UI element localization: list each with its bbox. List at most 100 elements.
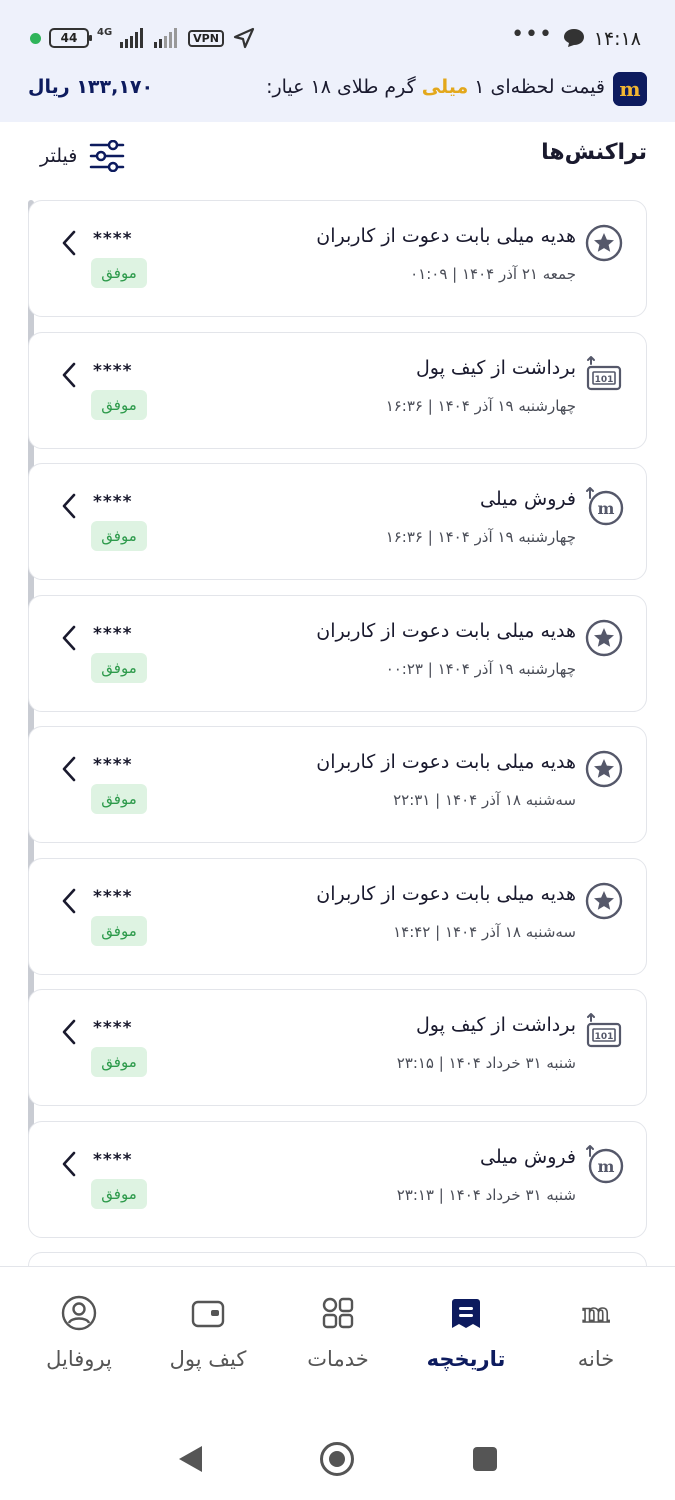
status-badge: موفق bbox=[91, 784, 147, 814]
transaction-date: چهارشنبه ۱۹ آذر ۱۴۰۴ | ۱۶:۳۶ bbox=[385, 528, 576, 546]
transaction-card[interactable]: هدیه میلی بابت دعوت از کاربران چهارشنبه … bbox=[28, 594, 647, 712]
gold-price-value: ۱۳۳,۱۷۰ ریال bbox=[28, 76, 154, 98]
status-badge: موفق bbox=[91, 1178, 147, 1209]
svg-text:m: m bbox=[582, 1299, 610, 1329]
nav-item-2[interactable]: خدمات bbox=[273, 1295, 403, 1385]
filter-sliders-icon bbox=[90, 140, 125, 172]
gold-price-suffix: گرم طلای ۱۸ عیار: bbox=[266, 76, 422, 98]
status-badge: موفق bbox=[91, 652, 147, 683]
more-notifications-icon: ••• bbox=[511, 22, 553, 47]
app-screen: 44 4G VPN bbox=[0, 0, 675, 1500]
transaction-date: چهارشنبه ۱۹ آذر ۱۴۰۴ | ۰۰:۲۳ bbox=[385, 659, 576, 678]
recent-apps-button[interactable] bbox=[473, 1447, 497, 1471]
top-header-band: 44 4G VPN bbox=[0, 0, 675, 122]
network-type-label: 4G bbox=[97, 26, 113, 38]
transaction-title: برداشت از کیف پول bbox=[415, 1014, 576, 1036]
transaction-date: سه‌شنبه ۱۸ آذر ۱۴۰۴ | ۱۴:۴۲ bbox=[393, 922, 576, 941]
status-time: ۱۴:۱۸ bbox=[593, 28, 641, 50]
transaction-amount: **** bbox=[93, 755, 133, 775]
gold-price-brand: میلی bbox=[421, 76, 469, 98]
transaction-amount: **** bbox=[93, 492, 133, 512]
status-left-group: 44 4G VPN bbox=[30, 26, 256, 50]
gold-price-bar: m قیمت لحظه‌ای ۱ میلی گرم طلای ۱۸ عیار: … bbox=[0, 70, 675, 110]
home-button[interactable] bbox=[320, 1442, 354, 1476]
filter-button[interactable]: فیلتر bbox=[40, 136, 125, 176]
chevron-left-icon[interactable] bbox=[59, 229, 79, 257]
chevron-left-icon[interactable] bbox=[59, 755, 79, 783]
battery-icon: 44 bbox=[49, 28, 92, 48]
chevron-left-icon[interactable] bbox=[59, 887, 79, 915]
transaction-card[interactable]: 101 برداشت از کیف پول شنبه ۳۱ خرداد ۱۴۰۴… bbox=[28, 989, 647, 1106]
chevron-left-icon[interactable] bbox=[59, 1018, 79, 1046]
star-icon bbox=[584, 749, 624, 789]
chevron-left-icon[interactable] bbox=[59, 624, 79, 652]
wallet-icon bbox=[190, 1295, 226, 1331]
svg-text:101: 101 bbox=[595, 375, 614, 385]
transaction-card[interactable]: هدیه میلی بابت دعوت از کاربران سه‌شنبه ۱… bbox=[28, 726, 647, 843]
cash-withdraw-icon: 101 bbox=[584, 1012, 624, 1052]
transaction-title: فروش میلی bbox=[479, 1145, 576, 1168]
transaction-date: جمعه ۲۱ آذر ۱۴۰۴ | ۰۱:۰۹ bbox=[410, 265, 576, 283]
transaction-title: هدیه میلی بابت دعوت از کاربران bbox=[316, 619, 576, 642]
location-arrow-icon bbox=[233, 27, 255, 49]
nav-item-3[interactable]: کیف پول bbox=[143, 1295, 273, 1385]
gold-price-label: قیمت لحظه‌ای ۱ میلی گرم طلای ۱۸ عیار: bbox=[266, 76, 605, 98]
transactions-list: هدیه میلی بابت دعوت از کاربران جمعه ۲۱ آ… bbox=[28, 200, 648, 1266]
nav-item-4[interactable]: پروفایل bbox=[14, 1295, 144, 1385]
transaction-date: شنبه ۳۱ خرداد ۱۴۰۴ | ۲۳:۱۵ bbox=[396, 1054, 576, 1072]
gold-price-prefix: قیمت لحظه‌ای ۱ bbox=[468, 76, 605, 98]
status-badge: موفق bbox=[91, 1047, 147, 1077]
transaction-title: هدیه میلی بابت دعوت از کاربران bbox=[316, 225, 576, 247]
filter-label: فیلتر bbox=[40, 145, 78, 167]
transaction-card[interactable]: m فروش میلی شنبه ۳۱ خرداد ۱۴۰۴ | ۲۳:۱۳ *… bbox=[28, 1120, 647, 1238]
transaction-date: سه‌شنبه ۱۸ آذر ۱۴۰۴ | ۲۲:۳۱ bbox=[393, 791, 576, 809]
signal-2-icon bbox=[154, 28, 178, 48]
transaction-card-partial[interactable] bbox=[28, 1252, 647, 1266]
status-bar: 44 4G VPN ••• ۱۴:۱۸ bbox=[0, 14, 675, 62]
milli-sell-icon: m bbox=[584, 1144, 624, 1184]
status-badge: موفق bbox=[91, 915, 147, 946]
milli-sell-icon: m bbox=[584, 486, 624, 526]
chevron-left-icon[interactable] bbox=[59, 492, 79, 520]
nav-label: خانه bbox=[577, 1347, 615, 1371]
svg-text:101: 101 bbox=[595, 1032, 614, 1042]
back-icon[interactable] bbox=[176, 1444, 204, 1474]
transaction-card[interactable]: هدیه میلی بابت دعوت از کاربران جمعه ۲۱ آ… bbox=[28, 200, 647, 317]
camera-dot-icon bbox=[30, 32, 41, 44]
transaction-amount: **** bbox=[93, 623, 133, 644]
nav-item-0[interactable]: m خانه bbox=[531, 1295, 661, 1385]
bottom-navigation: m خانه تاریخچه خدمات کیف پول پروفایل bbox=[0, 1266, 675, 1406]
transaction-date: شنبه ۳۱ خرداد ۱۴۰۴ | ۲۳:۱۳ bbox=[396, 1185, 576, 1204]
cash-withdraw-icon: 101 bbox=[584, 355, 624, 395]
transaction-amount: **** bbox=[93, 360, 133, 381]
nav-label: کیف پول bbox=[169, 1347, 247, 1371]
services-grid-icon bbox=[320, 1295, 356, 1331]
signal-icon bbox=[120, 28, 144, 48]
transaction-amount: **** bbox=[93, 1149, 133, 1170]
transaction-title: برداشت از کیف پول bbox=[415, 356, 576, 379]
transaction-amount: **** bbox=[93, 229, 133, 249]
history-icon bbox=[448, 1295, 484, 1331]
transaction-card[interactable]: هدیه میلی بابت دعوت از کاربران سه‌شنبه ۱… bbox=[28, 857, 647, 975]
nav-item-1[interactable]: تاریخچه bbox=[401, 1295, 531, 1385]
star-icon bbox=[584, 881, 624, 921]
status-badge: موفق bbox=[91, 389, 147, 420]
nav-label: خدمات bbox=[307, 1347, 369, 1371]
status-badge: موفق bbox=[91, 521, 147, 551]
svg-text:m: m bbox=[598, 1157, 615, 1176]
transaction-card[interactable]: m فروش میلی چهارشنبه ۱۹ آذر ۱۴۰۴ | ۱۶:۳۶… bbox=[28, 463, 647, 580]
vpn-icon: VPN bbox=[188, 29, 224, 47]
transaction-title: هدیه میلی بابت دعوت از کاربران bbox=[316, 751, 576, 773]
nav-label: پروفایل bbox=[46, 1347, 112, 1371]
svg-text:m: m bbox=[619, 77, 640, 101]
chat-icon bbox=[564, 29, 584, 47]
transaction-amount: **** bbox=[93, 1018, 133, 1038]
star-icon bbox=[584, 223, 624, 263]
chevron-left-icon[interactable] bbox=[59, 361, 79, 389]
page-title: تراکنش‌ها bbox=[541, 140, 647, 165]
chevron-left-icon[interactable] bbox=[59, 1150, 79, 1178]
star-icon bbox=[584, 618, 624, 658]
transaction-card[interactable]: 101 برداشت از کیف پول چهارشنبه ۱۹ آذر ۱۴… bbox=[28, 331, 647, 449]
milli-logo-icon: m bbox=[613, 72, 647, 106]
status-badge: موفق bbox=[91, 258, 147, 288]
